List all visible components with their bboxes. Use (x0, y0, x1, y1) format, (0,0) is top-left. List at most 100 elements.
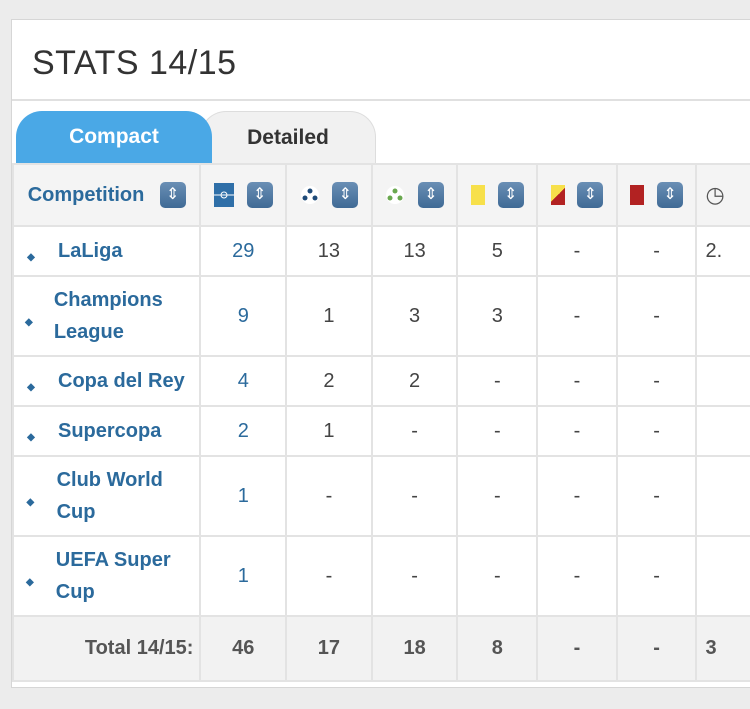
competition-cell[interactable]: ◆ Champions League (12, 275, 202, 357)
stat-cell: - (370, 455, 459, 537)
competition-name[interactable]: Supercopa (58, 415, 161, 447)
stat-cell: 5 (456, 225, 539, 277)
stat-cell: - (456, 405, 539, 457)
stat-cell: 1 (285, 405, 373, 457)
total-row: Total 14/15: 46 17 18 8 - - 3 (12, 615, 750, 682)
competition-logo-icon: ◆ (27, 432, 35, 443)
competition-logo-icon: ◆ (26, 577, 34, 588)
red-card-icon (630, 185, 645, 205)
total-value: 17 (285, 615, 373, 682)
stat-cell[interactable]: 1 (199, 455, 288, 537)
stat-cell: - (615, 355, 698, 407)
sort-icon[interactable]: ⇕ (657, 182, 684, 208)
stat-cell[interactable]: 1 (199, 535, 288, 617)
table-row: ◆ Club World Cup 1- - - - - (12, 455, 750, 537)
table-row: ◆ LaLiga 29 13 13 5- -2. (12, 225, 750, 277)
header-appearances[interactable]: ⇕ (199, 163, 288, 227)
stat-cell: 2. (695, 225, 750, 277)
stat-cell: - (536, 455, 618, 537)
ball-green-icon (386, 186, 405, 204)
stat-cell: 3 (456, 275, 539, 357)
stat-cell: - (615, 225, 698, 277)
competition-label: Competition (27, 183, 145, 206)
competition-logo-icon: ◆ (27, 382, 35, 393)
clock-icon: ◷ (705, 182, 725, 207)
stat-cell: 13 (370, 225, 459, 277)
sort-icon[interactable]: ⇕ (497, 182, 524, 208)
stat-cell: 2 (370, 355, 459, 407)
competition-name[interactable]: Copa del Rey (58, 365, 185, 397)
stat-cell (695, 275, 750, 357)
yellow-card-icon (470, 185, 485, 205)
stat-cell: 2 (285, 355, 373, 407)
header-yellow[interactable]: ⇕ (456, 163, 539, 227)
competition-cell[interactable]: ◆ Club World Cup (12, 455, 202, 537)
stat-cell: - (285, 455, 373, 537)
header-red[interactable]: ⇕ (615, 163, 698, 227)
stat-cell: - (370, 535, 459, 617)
sort-icon[interactable]: ⇕ (332, 182, 359, 208)
total-value: - (536, 615, 618, 682)
tab-detailed[interactable]: Detailed (200, 111, 376, 163)
competition-logo-icon: ◆ (25, 317, 33, 328)
total-value: 46 (199, 615, 288, 682)
competition-name[interactable]: Club World Cup (57, 464, 196, 528)
stat-cell: - (456, 535, 539, 617)
stat-cell[interactable]: 29 (199, 225, 288, 277)
stat-cell[interactable]: 4 (199, 355, 288, 407)
competition-cell[interactable]: ◆ UEFA Super Cup (12, 535, 202, 617)
table-row: ◆ Champions League 9 1 3 3- - (12, 275, 750, 357)
total-value: 18 (370, 615, 459, 682)
table-row: ◆ Copa del Rey 4 2 2- - - (12, 355, 750, 407)
stat-cell (695, 405, 750, 457)
competition-name[interactable]: LaLiga (58, 235, 122, 267)
tab-compact[interactable]: Compact (16, 111, 212, 163)
pitch-icon (213, 183, 234, 207)
competition-logo-icon: ◆ (26, 497, 35, 508)
stat-cell (695, 355, 750, 407)
competition-cell[interactable]: ◆ Supercopa (12, 405, 202, 457)
stats-table: Competition ⇕ ⇕ ⇕ ⇕ ⇕ ⇕ ⇕ ◷ ◆ LaLiga 29 13 13… (12, 163, 750, 682)
total-label: Total 14/15: (12, 615, 202, 682)
stat-cell: - (536, 535, 618, 617)
stat-cell: - (536, 355, 618, 407)
ball-icon (300, 186, 319, 204)
sort-icon[interactable]: ⇕ (246, 182, 273, 208)
stat-cell: - (456, 455, 539, 537)
stat-cell: - (536, 405, 618, 457)
competition-name[interactable]: Champions League (54, 284, 196, 348)
stat-cell: - (536, 225, 618, 277)
sort-icon[interactable]: ⇕ (577, 182, 604, 208)
stat-cell: 1 (285, 275, 373, 357)
competition-cell[interactable]: ◆ LaLiga (12, 225, 202, 277)
stat-cell: - (536, 275, 618, 357)
header-goals[interactable]: ⇕ (285, 163, 373, 227)
total-value: - (615, 615, 698, 682)
competition-cell[interactable]: ◆ Copa del Rey (12, 355, 202, 407)
sort-icon[interactable]: ⇕ (418, 182, 444, 208)
stats-card: STATS 14/15 Compact Detailed Competition… (11, 19, 750, 688)
stat-cell[interactable]: 2 (199, 405, 288, 457)
stat-cell: - (615, 455, 698, 537)
header-assists[interactable]: ⇕ (370, 163, 459, 227)
stat-cell: - (615, 275, 698, 357)
tabs: Compact Detailed (12, 101, 750, 163)
page-title: STATS 14/15 (12, 20, 750, 101)
stat-cell: - (615, 405, 698, 457)
stat-cell: - (456, 355, 539, 407)
sort-icon[interactable]: ⇕ (159, 182, 186, 208)
header-competition[interactable]: Competition ⇕ (12, 163, 202, 227)
competition-name[interactable]: UEFA Super Cup (56, 544, 196, 608)
table-row: ◆ Supercopa 2 1- - - - (12, 405, 750, 457)
header-yellow-red[interactable]: ⇕ (536, 163, 618, 227)
stat-cell (695, 455, 750, 537)
stat-cell: - (615, 535, 698, 617)
stat-cell: 3 (370, 275, 459, 357)
stat-cell: 13 (285, 225, 373, 277)
yellow-red-card-icon (550, 185, 565, 205)
stat-cell[interactable]: 9 (199, 275, 288, 357)
stat-cell: - (285, 535, 373, 617)
header-minutes[interactable]: ◷ (695, 163, 750, 227)
competition-logo-icon: ◆ (27, 252, 35, 263)
total-value: 3 (695, 615, 750, 682)
